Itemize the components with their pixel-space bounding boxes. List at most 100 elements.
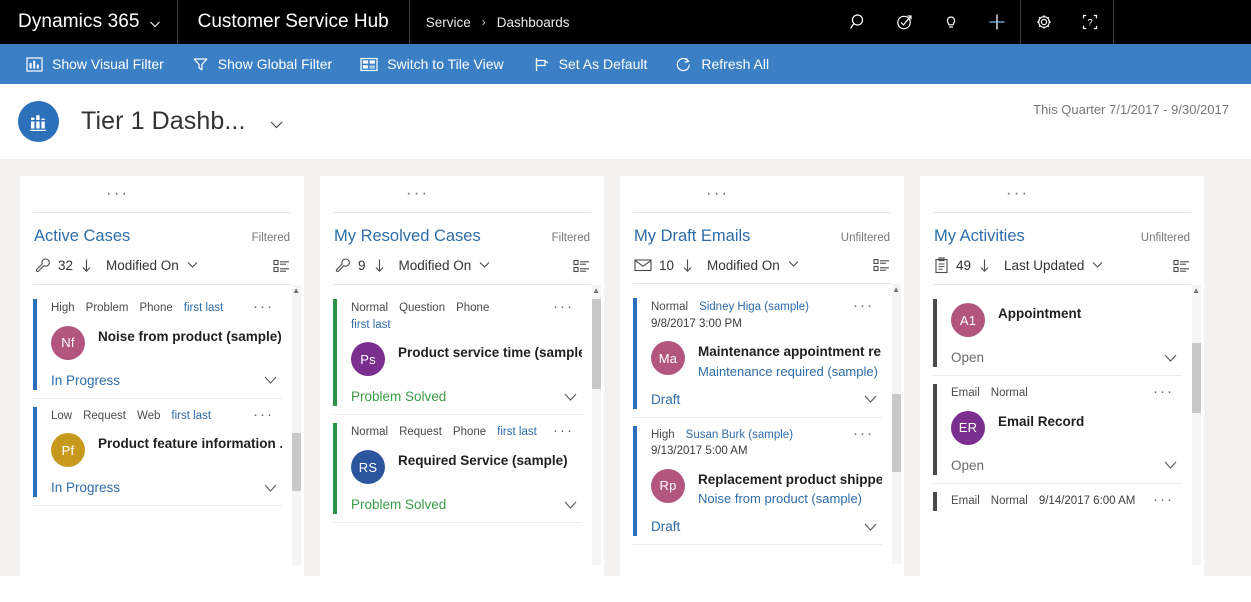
plus-icon[interactable] [974, 0, 1020, 44]
show-visual-filter-button[interactable]: Show Visual Filter [12, 44, 178, 84]
dashboard-board: ··· Active Cases Filtered 32 Modified On [0, 160, 1251, 576]
chevron-down-icon[interactable] [1163, 459, 1178, 471]
scrollbar-thumb[interactable] [1192, 343, 1201, 413]
scrollbar-track[interactable] [292, 285, 301, 565]
card-title[interactable]: Appointment [998, 306, 1182, 322]
list-view-icon[interactable] [273, 259, 290, 273]
card-title[interactable]: Replacement product shippe... [698, 472, 882, 488]
case-card[interactable]: High Problem Phone first last ··· Nf Noi… [33, 291, 282, 399]
switch-to-tile-view-button[interactable]: Switch to Tile View [346, 44, 517, 84]
case-card[interactable]: Normal Request Phone first last ··· RS R… [333, 415, 582, 523]
card-tag-priority: Normal [991, 385, 1028, 402]
chevron-down-icon[interactable] [263, 374, 278, 386]
case-card[interactable]: Normal Question Phone first last ··· Ps … [333, 291, 582, 415]
list-view-icon[interactable] [1173, 259, 1190, 273]
stream-sort-selector[interactable]: Modified On [707, 257, 800, 273]
stream-sort-selector[interactable]: Modified On [399, 258, 492, 274]
card-body: Email Normal 9/14/2017 6:00 AM ··· [937, 484, 1182, 520]
card-tag-sender[interactable]: Sidney Higa (sample) [699, 299, 809, 316]
brand-menu[interactable]: Dynamics 365 [0, 0, 178, 44]
scroll-up-arrow-icon[interactable]: ▲ [892, 286, 900, 294]
arrow-down-icon[interactable] [373, 258, 386, 273]
activity-card[interactable]: Email Normal ··· ER Email Record Open [933, 376, 1182, 484]
stream-title[interactable]: My Resolved Cases [334, 227, 481, 246]
assistant-icon[interactable] [882, 0, 928, 44]
breadcrumb-item-service[interactable]: Service [426, 15, 471, 30]
card-overflow-menu[interactable]: ··· [553, 423, 574, 438]
chevron-down-icon[interactable] [563, 391, 578, 403]
card-overflow-menu[interactable]: ··· [853, 426, 874, 441]
activity-card[interactable]: A1 Appointment Open [933, 291, 1182, 376]
card-subtitle[interactable]: Maintenance required (sample) [698, 364, 882, 379]
card-overflow-menu[interactable]: ··· [253, 407, 274, 422]
card-tag-origin: Phone [139, 300, 172, 317]
card-overflow-menu[interactable]: ··· [1153, 492, 1174, 507]
chevron-down-icon[interactable] [1163, 352, 1178, 364]
card-tag-customer[interactable]: first last [351, 317, 556, 334]
chevron-down-icon[interactable] [863, 521, 878, 533]
stream-title[interactable]: My Draft Emails [634, 227, 750, 246]
card-overflow-menu[interactable]: ··· [1153, 384, 1174, 399]
scroll-up-arrow-icon[interactable]: ▲ [1192, 287, 1200, 295]
email-card[interactable]: Normal Sidney Higa (sample) 9/8/2017 3:0… [633, 290, 882, 418]
card-title[interactable]: Email Record [998, 414, 1182, 430]
card-title[interactable]: Noise from product (sample) [98, 329, 282, 345]
set-as-default-button[interactable]: Set As Default [518, 44, 662, 84]
card-tag-customer[interactable]: first last [171, 408, 211, 425]
stream-title[interactable]: Active Cases [34, 227, 130, 246]
breadcrumb-item-dashboards[interactable]: Dashboards [497, 15, 570, 30]
chevron-down-icon[interactable] [263, 482, 278, 494]
show-global-filter-button[interactable]: Show Global Filter [178, 44, 346, 84]
avatar: A1 [951, 303, 985, 337]
stream-overflow-menu[interactable]: ··· [620, 176, 904, 212]
refresh-all-button[interactable]: Refresh All [661, 44, 783, 84]
card-title[interactable]: Maintenance appointment re... [698, 344, 882, 360]
stream-sort-selector[interactable]: Modified On [106, 258, 199, 274]
arrow-down-icon[interactable] [978, 258, 991, 273]
scrollbar-thumb[interactable] [892, 394, 901, 472]
stream-sort-selector[interactable]: Last Updated [1004, 258, 1104, 274]
card-tag-customer[interactable]: first last [497, 424, 537, 441]
list-view-icon[interactable] [873, 258, 890, 272]
search-icon[interactable] [836, 0, 882, 44]
stream-title[interactable]: My Activities [934, 227, 1025, 246]
stream-card-list[interactable]: ▲ Normal Sidney Higa (sample) 9/8/2017 3… [620, 284, 904, 576]
email-card[interactable]: High Susan Burk (sample) 9/13/2017 5:00 … [633, 418, 882, 546]
card-overflow-menu[interactable]: ··· [853, 298, 874, 313]
lightbulb-icon[interactable] [928, 0, 974, 44]
scroll-up-arrow-icon[interactable]: ▲ [292, 287, 300, 295]
list-view-icon[interactable] [573, 259, 590, 273]
activity-card[interactable]: Email Normal 9/14/2017 6:00 AM ··· [933, 484, 1182, 520]
scroll-up-arrow-icon[interactable]: ▲ [592, 287, 600, 295]
help-icon[interactable]: ? [1067, 0, 1113, 44]
arrow-down-icon[interactable] [681, 258, 694, 273]
app-name[interactable]: Customer Service Hub [178, 0, 410, 44]
stream-overflow-menu[interactable]: ··· [20, 176, 304, 212]
chevron-down-icon[interactable] [149, 18, 161, 30]
card-tag-customer[interactable]: first last [184, 300, 224, 317]
card-tag-timestamp: 9/8/2017 3:00 PM [651, 316, 856, 333]
dashboard-selector-chevron-down-icon[interactable] [268, 116, 285, 133]
card-subtitle[interactable]: Noise from product (sample) [698, 491, 882, 506]
card-title[interactable]: Product feature information ... [98, 436, 282, 452]
chevron-down-icon[interactable] [563, 499, 578, 511]
scrollbar-thumb[interactable] [292, 433, 301, 491]
date-range-label: This Quarter 7/1/2017 - 9/30/2017 [1033, 102, 1229, 117]
stream-card-list[interactable]: ▲ Normal Question Phone first last ··· P… [320, 285, 604, 576]
card-title[interactable]: Product service time (sample) [398, 345, 582, 361]
stream-overflow-menu[interactable]: ··· [920, 176, 1204, 212]
scrollbar-track[interactable] [1192, 285, 1201, 565]
scrollbar-thumb[interactable] [592, 299, 601, 389]
card-title[interactable]: Required Service (sample) [398, 453, 582, 469]
stream-card-list[interactable]: ▲ High Problem Phone first last ··· Nf [20, 285, 304, 576]
nav-divider-right [1113, 0, 1114, 44]
stream-card-list[interactable]: ▲ A1 Appointment Open [920, 285, 1204, 576]
arrow-down-icon[interactable] [80, 258, 93, 273]
card-overflow-menu[interactable]: ··· [253, 299, 274, 314]
stream-overflow-menu[interactable]: ··· [320, 176, 604, 212]
case-card[interactable]: Low Request Web first last ··· Pf Produc… [33, 399, 282, 507]
card-tag-sender[interactable]: Susan Burk (sample) [686, 427, 793, 444]
gear-icon[interactable] [1021, 0, 1067, 44]
card-overflow-menu[interactable]: ··· [553, 299, 574, 314]
chevron-down-icon[interactable] [863, 393, 878, 405]
